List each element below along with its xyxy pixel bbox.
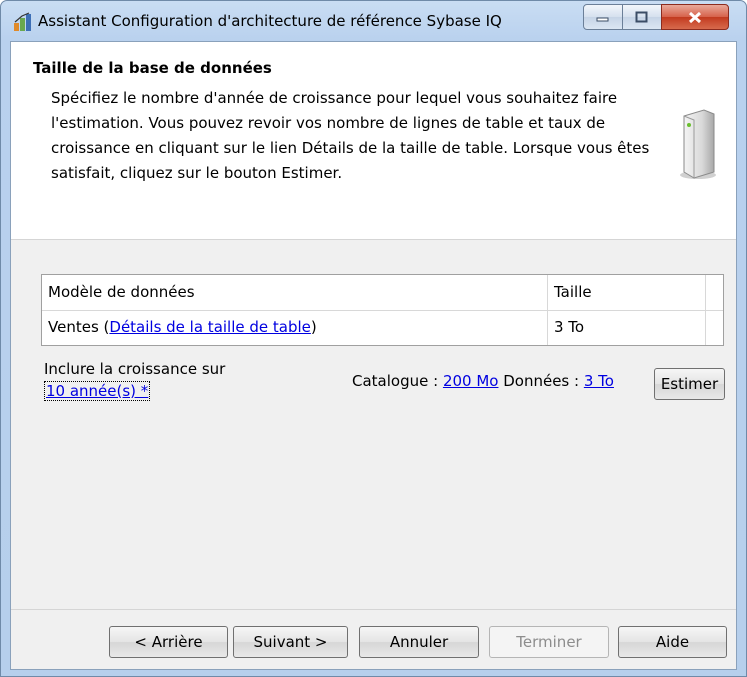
cancel-button[interactable]: Annuler [359, 626, 479, 658]
page-title: Taille de la base de données [33, 59, 272, 77]
window-title: Assistant Configuration d'architecture d… [38, 12, 502, 30]
table-size-details-link[interactable]: Détails de la taille de table [109, 318, 311, 336]
wizard-header: Taille de la base de données Spécifiez l… [11, 42, 736, 240]
table-row[interactable]: Ventes (Détails de la taille de table) 3… [42, 310, 723, 345]
growth-years-link[interactable]: 10 année(s) * [44, 381, 151, 401]
wizard-client-area: Taille de la base de données Spécifiez l… [10, 41, 737, 670]
help-button[interactable]: Aide [618, 626, 727, 658]
model-paren-close: ) [310, 318, 317, 336]
finish-button[interactable]: Terminer [489, 626, 609, 658]
model-cell: Ventes (Détails de la taille de table) [42, 310, 548, 345]
server-icon [680, 109, 716, 179]
catalog-size-link[interactable]: 200 Mo [443, 372, 499, 390]
model-name: Ventes [48, 318, 99, 336]
wizard-window: Assistant Configuration d'architecture d… [0, 0, 747, 677]
data-size-link[interactable]: 3 To [584, 372, 614, 390]
column-header-filler [706, 275, 723, 310]
data-label: Données : [498, 372, 584, 390]
size-cell: 3 To [548, 310, 706, 345]
growth-label: Inclure la croissance sur [44, 360, 226, 378]
column-header-size[interactable]: Taille [548, 275, 706, 310]
back-button[interactable]: < Arrière [109, 626, 228, 658]
model-paren-open: ( [98, 318, 110, 336]
close-icon [688, 11, 702, 23]
catalog-label: Catalogue : [352, 372, 443, 390]
maximize-icon [635, 11, 648, 23]
table-header-row: Modèle de données Taille [42, 275, 723, 311]
title-bar[interactable]: Assistant Configuration d'architecture d… [1, 1, 746, 41]
app-icon [14, 12, 31, 31]
minimize-icon [596, 17, 609, 22]
next-button[interactable]: Suivant > [233, 626, 348, 658]
close-button[interactable] [661, 4, 729, 30]
column-header-model[interactable]: Modèle de données [42, 275, 548, 310]
maximize-button[interactable] [622, 4, 662, 30]
row-filler [706, 310, 723, 345]
estimate-button[interactable]: Estimer [654, 368, 725, 400]
estimate-summary: Catalogue : 200 Mo Données : 3 To [352, 372, 614, 390]
page-description: Spécifiez le nombre d'année de croissanc… [51, 89, 650, 182]
data-model-table: Modèle de données Taille Ventes (Détails… [41, 274, 724, 346]
footer-divider [11, 609, 736, 610]
minimize-button[interactable] [583, 4, 623, 30]
